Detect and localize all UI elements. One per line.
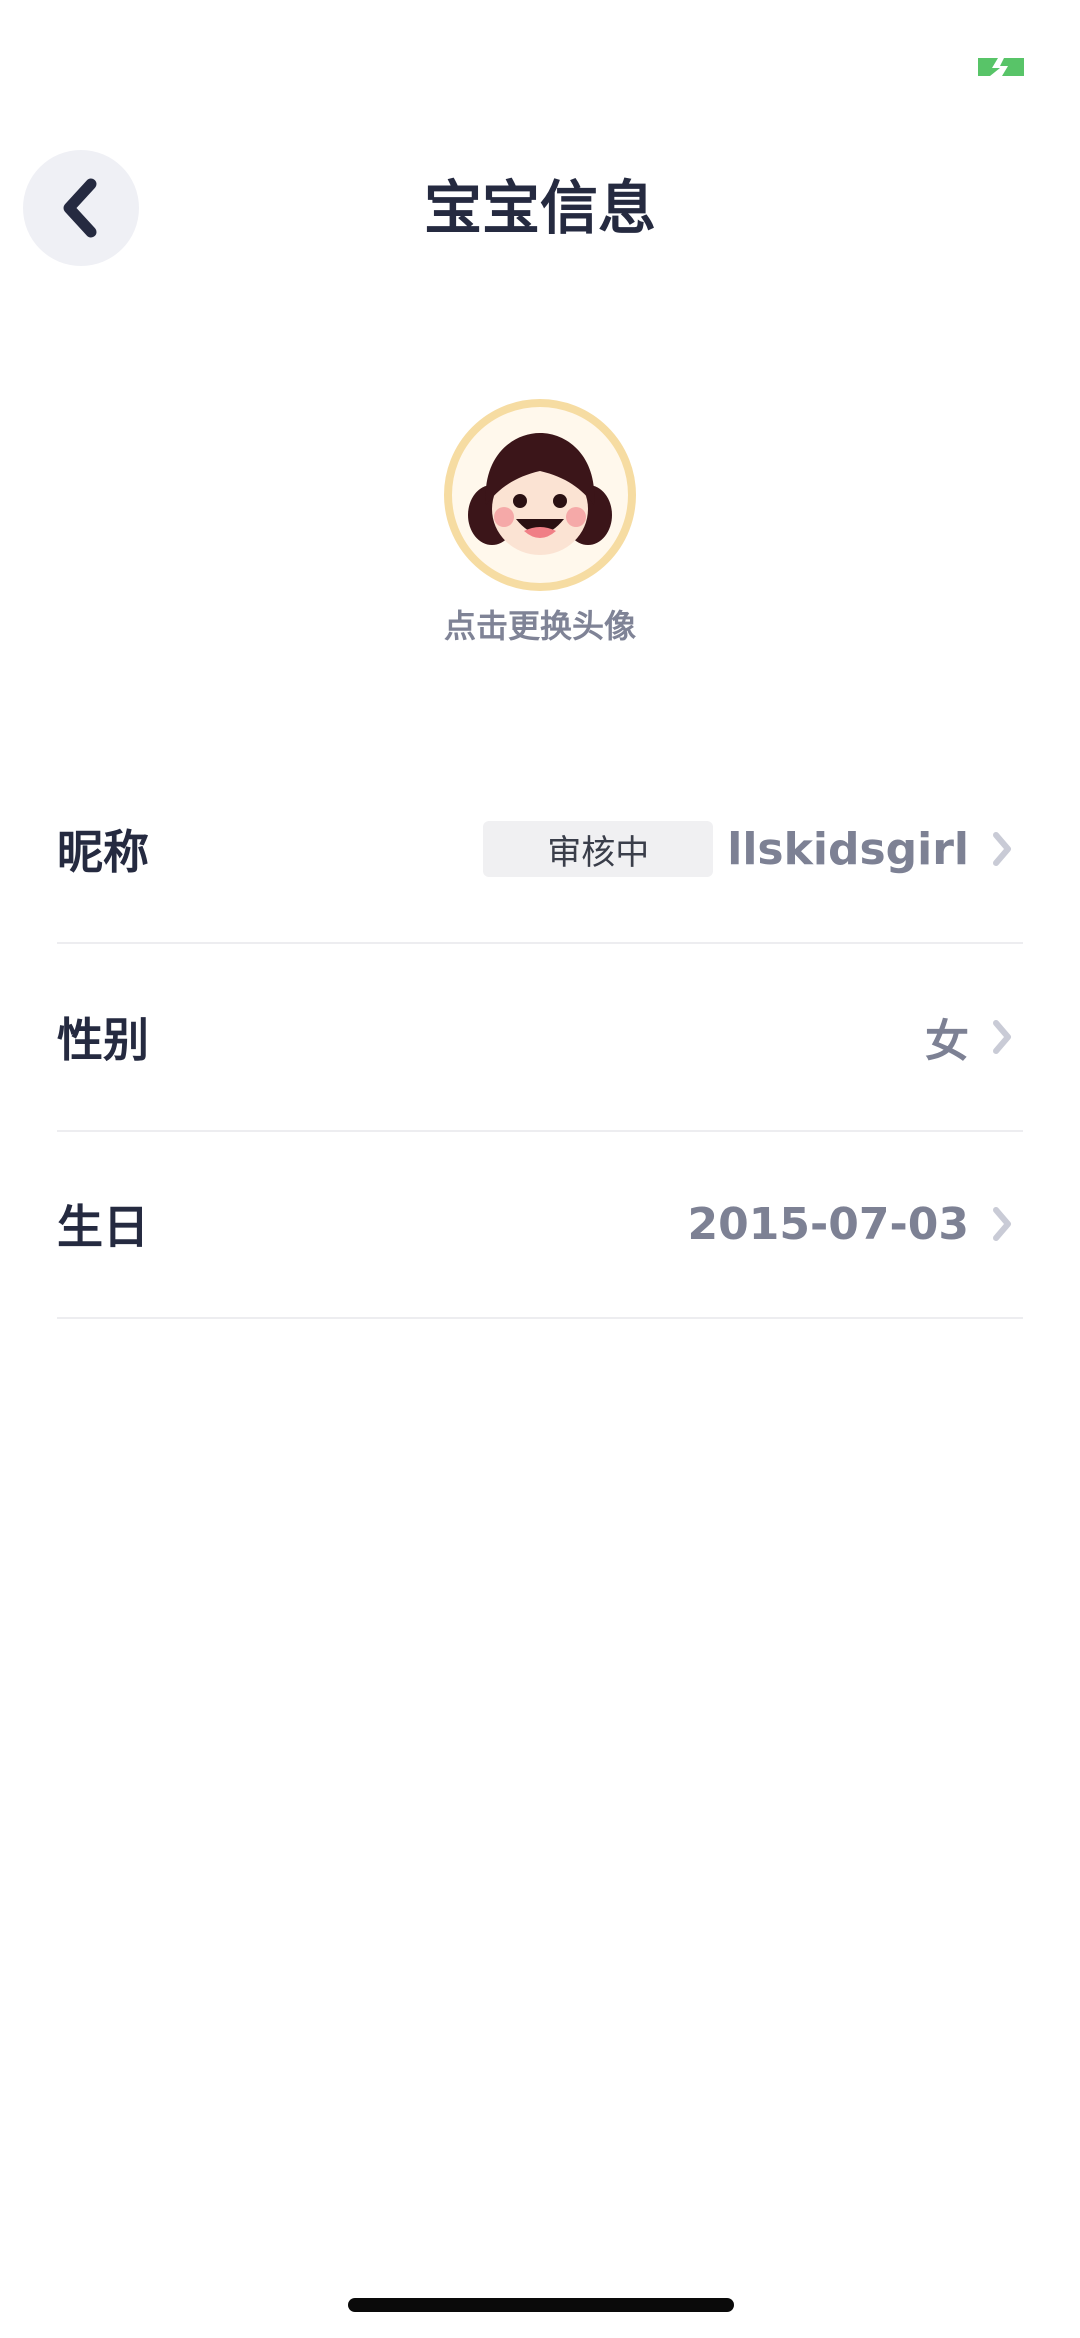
avatar[interactable] bbox=[442, 397, 638, 593]
row-label: 性别 bbox=[57, 1013, 149, 1067]
chevron-right-icon bbox=[993, 1207, 1011, 1241]
page-title: 宝宝信息 bbox=[423, 174, 656, 242]
row-label: 昵称 bbox=[57, 825, 149, 879]
row-birthday[interactable]: 生日 2015-07-03 bbox=[57, 1131, 1023, 1319]
row-gender[interactable]: 性别 女 bbox=[57, 944, 1023, 1132]
battery-charging-icon bbox=[978, 58, 1024, 76]
birthday-value: 2015-07-03 bbox=[687, 1198, 969, 1250]
chevron-right-icon bbox=[993, 1020, 1011, 1054]
row-nickname[interactable]: 昵称 审核中 llskidsgirl bbox=[57, 756, 1023, 944]
nickname-value: llskidsgirl bbox=[727, 823, 969, 875]
girl-avatar-icon bbox=[444, 399, 636, 591]
chevron-right-icon bbox=[993, 832, 1011, 866]
change-avatar-label[interactable]: 点击更换头像 bbox=[0, 604, 1080, 648]
home-indicator[interactable] bbox=[348, 2298, 734, 2312]
row-label: 生日 bbox=[57, 1200, 149, 1254]
review-status-badge: 审核中 bbox=[483, 821, 714, 877]
gender-value: 女 bbox=[925, 1016, 969, 1067]
